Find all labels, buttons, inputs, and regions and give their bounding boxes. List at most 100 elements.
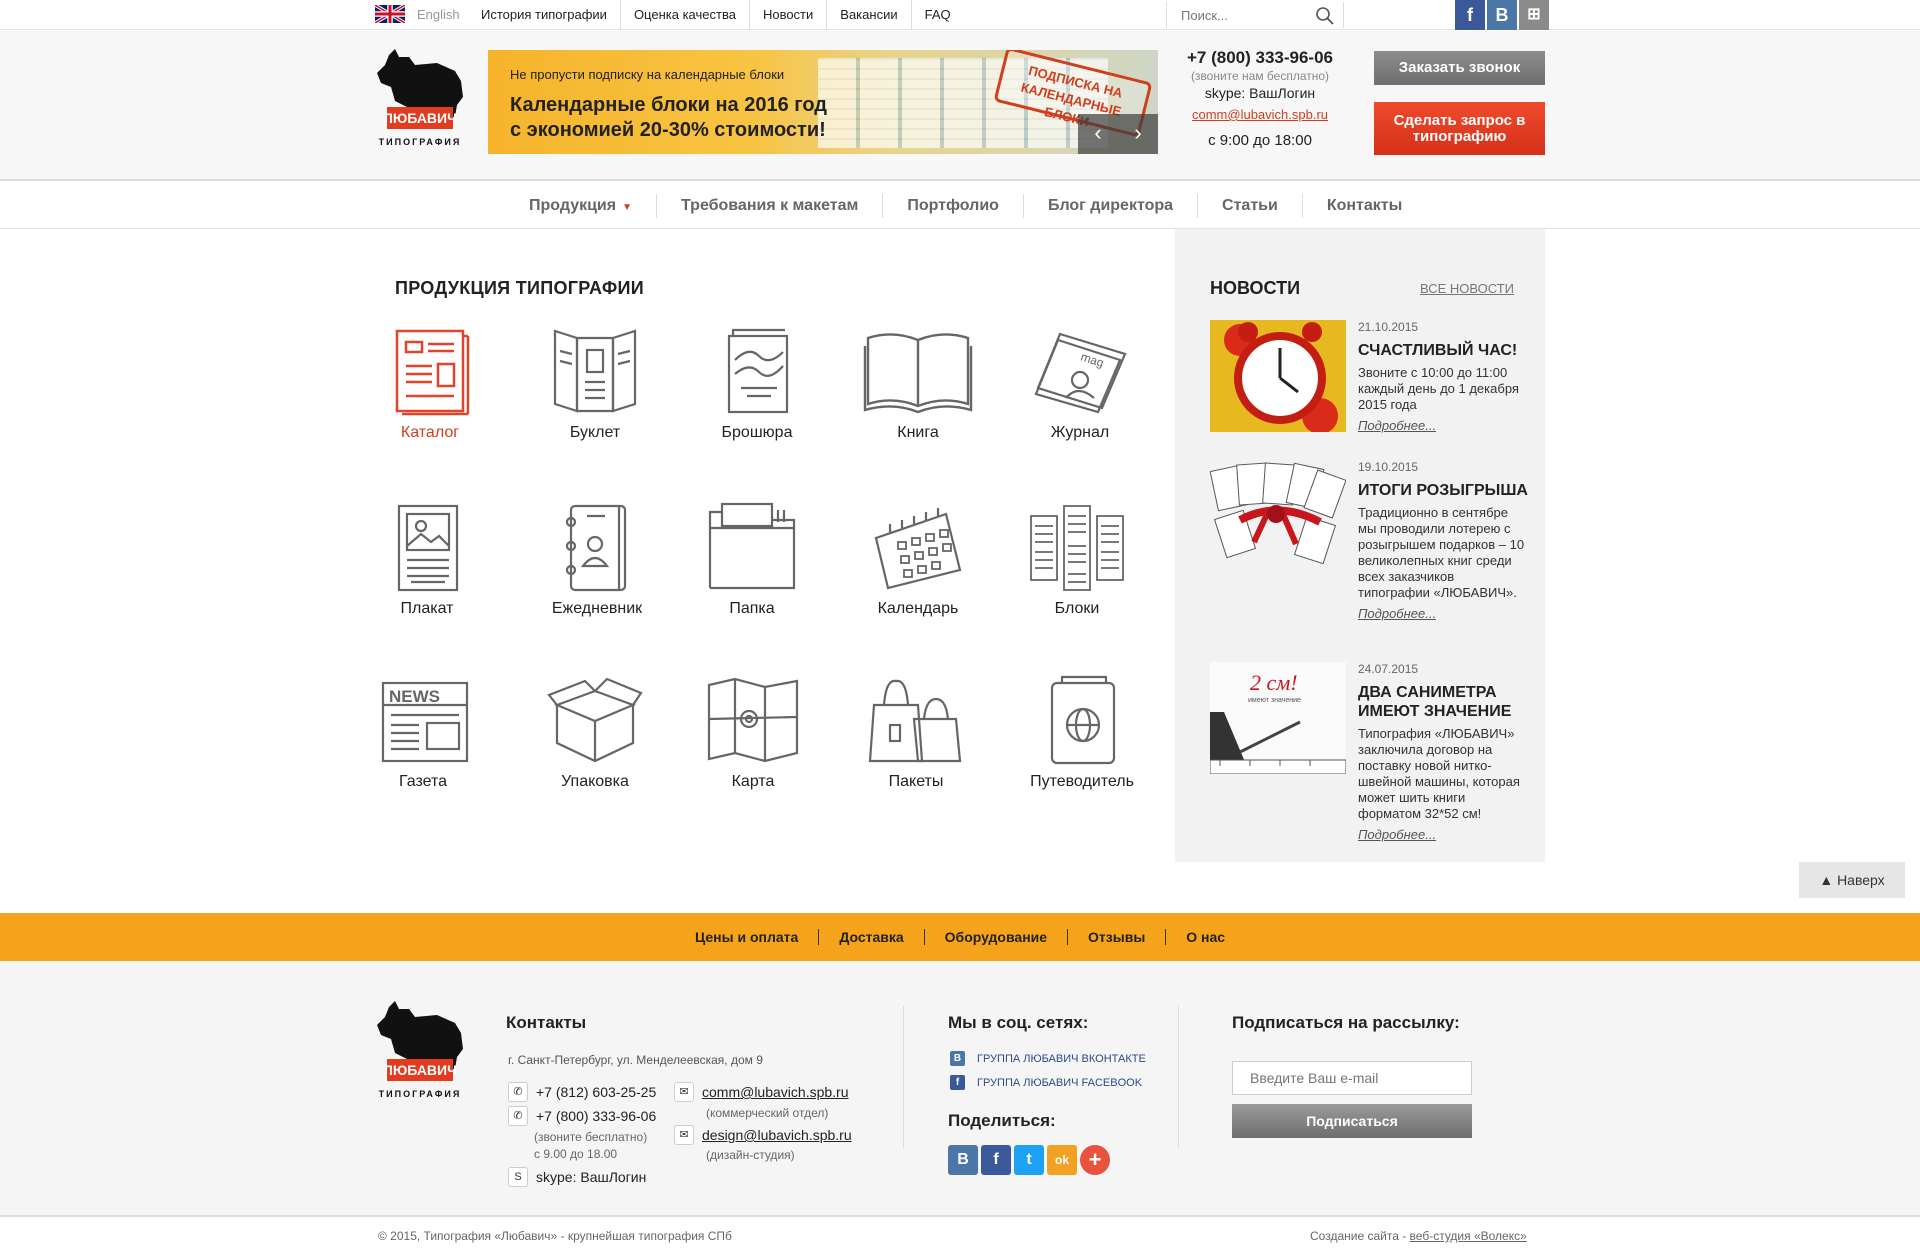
subscribe-button[interactable]: Подписаться — [1232, 1104, 1472, 1138]
svg-text:ЛЮБАВИЧ: ЛЮБАВИЧ — [383, 1062, 457, 1078]
header-email[interactable]: comm@lubavich.spb.ru — [1170, 107, 1350, 122]
product-newspaper[interactable]: NEWS Газета — [353, 675, 493, 791]
product-bags[interactable]: Пакеты — [846, 675, 986, 791]
news-text: 24.07.2015 ДВА САНИМЕТРА ИМЕЮТ ЗНАЧЕНИЕ … — [1358, 662, 1528, 842]
footer-logo[interactable]: ЛЮБАВИЧ ТИПОГРАФИЯ — [375, 999, 465, 1107]
product-blocks[interactable]: Блоки — [1007, 502, 1147, 618]
product-label: Упаковка — [561, 773, 629, 790]
news-title: НОВОСТИ — [1210, 278, 1301, 298]
books-gift-image[interactable] — [1210, 460, 1346, 572]
fb-group-link[interactable]: f ГРУППА ЛЮБАВИЧ FACEBOOK — [950, 1075, 1142, 1090]
news-headline[interactable]: ДВА САНИМЕТРА ИМЕЮТ ЗНАЧЕНИЕ — [1358, 683, 1528, 721]
product-map[interactable]: Карта — [683, 675, 823, 791]
alarm-clock-image[interactable] — [1210, 320, 1346, 432]
footer-email1[interactable]: ✉ comm@lubavich.spb.ru — [674, 1082, 849, 1102]
footer-nav-prices[interactable]: Цены и оплата — [675, 929, 818, 945]
planner-icon — [565, 504, 627, 592]
news-more-link[interactable]: Подробнее... — [1358, 606, 1528, 621]
search-input[interactable] — [1167, 2, 1307, 28]
call-back-button[interactable]: Заказать звонок — [1374, 51, 1545, 85]
banner-prev-button[interactable]: ‹ — [1078, 114, 1118, 154]
vk-group-link[interactable]: B ГРУППА ЛЮБАВИЧ ВКОНТАКТЕ — [950, 1051, 1146, 1066]
product-catalog[interactable]: Каталог — [360, 326, 500, 442]
product-magazine[interactable]: mag Журнал — [1010, 326, 1150, 442]
header-phone-note: (звоните нам бесплатно) — [1190, 69, 1330, 83]
booklet-icon — [553, 329, 637, 413]
top-nav-news[interactable]: Новости — [748, 0, 826, 30]
footer-divider — [1178, 1006, 1179, 1148]
nav-portfolio[interactable]: Портфолио — [882, 194, 1023, 218]
footer-nav-about[interactable]: О нас — [1165, 929, 1245, 945]
share-more-icon[interactable]: + — [1080, 1145, 1110, 1175]
product-label: Буклет — [569, 424, 621, 441]
product-calendar[interactable]: Календарь — [848, 502, 988, 618]
footer-nav-delivery[interactable]: Доставка — [818, 929, 923, 945]
nav-contacts[interactable]: Контакты — [1301, 194, 1426, 218]
product-guide[interactable]: Путеводитель — [1012, 675, 1152, 791]
top-nav-quality[interactable]: Оценка качества — [619, 0, 749, 30]
poster-icon — [397, 504, 459, 592]
language-link[interactable]: English — [417, 7, 460, 22]
product-brochure[interactable]: Брошюра — [687, 326, 827, 442]
phone-icon: ✆ — [508, 1106, 528, 1126]
footer-email1-text: comm@lubavich.spb.ru — [702, 1084, 849, 1100]
product-booklet[interactable]: Буклет — [525, 326, 665, 442]
product-label: Плакат — [400, 600, 454, 617]
product-label: Карта — [731, 773, 775, 790]
nav-blog[interactable]: Блог директора — [1022, 194, 1197, 218]
top-nav-history[interactable]: История типографии — [468, 0, 620, 30]
product-book[interactable]: Книга — [848, 326, 988, 442]
subscribe-email-input[interactable] — [1232, 1061, 1472, 1095]
uk-flag-icon[interactable] — [375, 5, 405, 23]
ruler-image[interactable]: 2 см! имеют значение — [1210, 662, 1346, 774]
news-more-link[interactable]: Подробнее... — [1358, 827, 1528, 842]
product-planner[interactable]: Ежедневник — [527, 502, 667, 618]
nav-articles[interactable]: Статьи — [1197, 194, 1302, 218]
vk-icon: B — [950, 1051, 965, 1066]
back-to-top-button[interactable]: ▲ Наверх — [1799, 862, 1905, 898]
footer-subscribe-title: Подписаться на рассылку: — [1232, 1013, 1460, 1032]
products-section: ПРОДУКЦИЯ ТИПОГРАФИИ Каталог Буклет Брош… — [381, 278, 1134, 790]
share-vk-icon[interactable]: B — [948, 1145, 978, 1175]
footer-nav-reviews[interactable]: Отзывы — [1067, 929, 1165, 945]
folder-icon — [708, 502, 796, 590]
logo[interactable]: ЛЮБАВИЧ ТИПОГРАФИЯ — [375, 47, 465, 155]
share-facebook-icon[interactable]: f — [981, 1145, 1011, 1175]
banner-next-button[interactable]: › — [1118, 114, 1158, 154]
product-poster[interactable]: Плакат — [357, 502, 497, 618]
footer-phone2[interactable]: ✆ +7 (800) 333-96-06 — [508, 1106, 656, 1126]
product-folder[interactable]: Папка — [682, 502, 822, 618]
footer-phone1[interactable]: ✆ +7 (812) 603-25-25 — [508, 1082, 656, 1102]
share-odnoklassniki-icon[interactable]: ok — [1047, 1145, 1077, 1175]
news-headline[interactable]: ИТОГИ РОЗЫГРЫША — [1358, 481, 1528, 500]
banner-title: Календарные блоки на 2016 год с экономие… — [510, 94, 827, 141]
vk-icon[interactable]: B — [1487, 0, 1517, 30]
promo-banner[interactable]: Не пропусти подписку на календарные блок… — [488, 50, 1158, 154]
request-button[interactable]: Сделать запрос в типографию — [1374, 102, 1545, 155]
search-icon[interactable] — [1315, 6, 1335, 26]
news-more-link[interactable]: Подробнее... — [1358, 418, 1528, 433]
ruler-image-subtitle: имеют значение — [1248, 697, 1301, 704]
share-twitter-icon[interactable]: t — [1014, 1145, 1044, 1175]
facebook-icon[interactable]: f — [1455, 0, 1485, 30]
header-phone[interactable]: +7 (800) 333-96-06 — [1170, 48, 1350, 68]
product-packaging[interactable]: Упаковка — [525, 675, 665, 791]
footer-address: г. Санкт-Петербург, ул. Менделеевская, д… — [508, 1053, 763, 1067]
all-news-link[interactable]: ВСЕ НОВОСТИ — [1420, 281, 1514, 296]
facebook-icon: f — [950, 1075, 965, 1090]
top-nav-vacancies[interactable]: Вакансии — [826, 0, 910, 30]
footer-email2[interactable]: ✉ design@lubavich.spb.ru — [674, 1125, 852, 1145]
svg-text:ЛЮБАВИЧ: ЛЮБАВИЧ — [383, 110, 457, 126]
footer-nav-equipment[interactable]: Оборудование — [923, 929, 1067, 945]
footer-contacts-title: Контакты — [506, 1013, 587, 1032]
footer-skype[interactable]: Sskype: ВашЛогин — [508, 1167, 646, 1187]
footer-hours: с 9.00 до 18.00 — [534, 1147, 618, 1161]
news-text: 21.10.2015 СЧАСТЛИВЫЙ ЧАС! Звоните с 10:… — [1358, 320, 1528, 433]
sitemap-icon[interactable]: ⊞ — [1519, 0, 1549, 30]
news-headline[interactable]: СЧАСТЛИВЫЙ ЧАС! — [1358, 341, 1528, 360]
credit-link[interactable]: веб-студия «Волекс» — [1410, 1229, 1527, 1243]
nav-products[interactable]: Продукция ▼ — [505, 194, 656, 218]
top-nav-faq[interactable]: FAQ — [910, 0, 964, 30]
nav-requirements[interactable]: Требования к макетам — [656, 194, 882, 218]
catalog-icon — [395, 329, 470, 416]
